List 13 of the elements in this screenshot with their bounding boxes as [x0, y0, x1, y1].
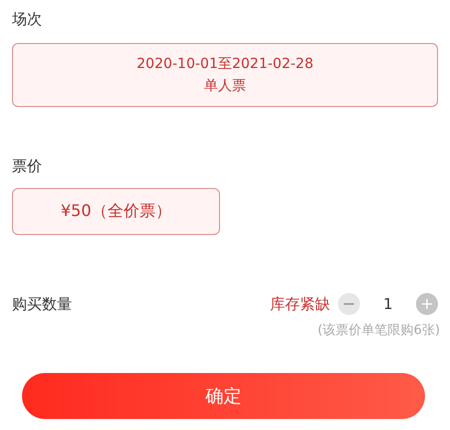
ticket-type: 单人票 — [204, 77, 246, 95]
purchase-limit-note: (该票价单笔限购6张) — [316, 322, 440, 339]
quantity-value: 1 — [382, 295, 394, 313]
section-label: 购买数量 — [12, 294, 72, 314]
section-label: 场次 — [12, 10, 43, 29]
stock-status: 库存紧缺 — [270, 294, 330, 314]
option-text: ¥50（全价票） — [60, 201, 172, 222]
option-box[interactable]: 2020-10-01至2021-02-28 单人票 — [12, 43, 438, 107]
section-label: 票价 — [12, 157, 43, 176]
option-box[interactable]: ¥50（全价票） — [12, 188, 220, 235]
option-text: 2020-10-01至2021-02-28 — [136, 55, 314, 73]
increase-button[interactable]: + — [416, 293, 438, 315]
confirm-button[interactable]: 确定 — [22, 373, 425, 419]
